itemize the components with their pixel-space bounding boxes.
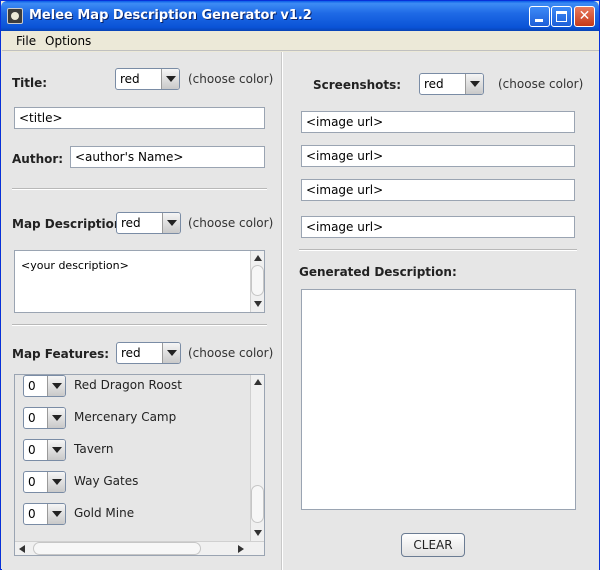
features-hscrollbar[interactable] [15, 541, 264, 555]
scroll-up-icon[interactable] [251, 251, 264, 265]
scroll-right-icon[interactable] [233, 542, 247, 555]
image-url-input-3[interactable]: <image url> [301, 179, 575, 201]
feature-count-value: 0 [28, 379, 36, 393]
feature-row-tavern: 0 Tavern [23, 439, 243, 461]
scroll-left-icon[interactable] [15, 542, 29, 555]
chevron-down-icon[interactable] [47, 440, 65, 460]
menu-file[interactable]: File [16, 34, 36, 48]
description-color-select[interactable]: red [116, 212, 181, 234]
feature-name: Mercenary Camp [74, 410, 177, 424]
screenshots-color-select[interactable]: red [419, 73, 484, 95]
map-description-textarea[interactable]: <your description> [14, 250, 265, 313]
main-content: Title: red (choose color) <title> Author… [2, 52, 599, 570]
map-features-list: 0 Red Dragon Roost 0 Mercenary Camp 0 Ta… [14, 374, 265, 556]
feature-name: Gold Mine [74, 506, 135, 520]
generated-description-label: Generated Description: [299, 265, 457, 279]
feature-count-select[interactable]: 0 [23, 503, 66, 525]
generated-description-output[interactable] [301, 289, 576, 510]
screenshots-color-value: red [424, 77, 444, 91]
scroll-up-icon[interactable] [251, 375, 264, 389]
title-input[interactable]: <title> [14, 107, 265, 129]
close-button[interactable]: ✕ [574, 6, 595, 27]
feature-row-way-gates: 0 Way Gates [23, 471, 243, 493]
chevron-down-icon[interactable] [47, 472, 65, 492]
image-url-input-1[interactable]: <image url> [301, 111, 575, 133]
chevron-down-icon[interactable] [162, 343, 180, 363]
separator [12, 324, 267, 326]
chevron-down-icon[interactable] [47, 408, 65, 428]
features-color-select[interactable]: red [116, 342, 181, 364]
maximize-button[interactable] [551, 6, 572, 27]
menu-bar: File Options [2, 31, 599, 51]
feature-row-mercenary-camp: 0 Mercenary Camp [23, 407, 243, 429]
feature-name: Red Dragon Roost [74, 378, 182, 392]
window-title: Melee Map Description Generator v1.2 [29, 8, 312, 23]
map-description-label: Map Description: [12, 217, 128, 231]
close-icon: ✕ [578, 8, 591, 24]
scroll-thumb[interactable] [251, 485, 264, 523]
title-label: Title: [12, 76, 48, 90]
feature-count-select[interactable]: 0 [23, 375, 66, 397]
scroll-down-icon[interactable] [251, 526, 264, 540]
feature-row-red-dragon-roost: 0 Red Dragon Roost [23, 375, 243, 397]
features-color-value: red [121, 346, 141, 360]
author-label: Author: [12, 152, 64, 166]
feature-name: Way Gates [74, 474, 139, 488]
separator [12, 188, 267, 190]
features-vscrollbar[interactable] [250, 375, 264, 541]
menu-options[interactable]: Options [45, 34, 91, 48]
minimize-button[interactable] [529, 6, 550, 27]
clear-button[interactable]: CLEAR [401, 533, 465, 557]
chevron-down-icon[interactable] [47, 376, 65, 396]
feature-count-value: 0 [28, 475, 36, 489]
description-scrollbar[interactable] [250, 251, 264, 312]
app-window: Melee Map Description Generator v1.2 ✕ F… [0, 0, 600, 570]
features-choose-color-hint: (choose color) [188, 346, 274, 360]
feature-count-value: 0 [28, 411, 36, 425]
chevron-down-icon[interactable] [162, 213, 180, 233]
title-color-value: red [120, 72, 140, 86]
chevron-down-icon[interactable] [161, 69, 179, 89]
app-icon [7, 8, 23, 24]
maximize-icon [556, 11, 567, 22]
author-input[interactable]: <author's Name> [70, 146, 265, 168]
feature-name: Tavern [74, 442, 114, 456]
image-url-input-4[interactable]: <image url> [301, 216, 575, 238]
scroll-down-icon[interactable] [251, 297, 264, 311]
separator [299, 249, 577, 251]
chevron-down-icon[interactable] [47, 504, 65, 524]
scroll-thumb[interactable] [251, 265, 264, 296]
screenshots-label: Screenshots: [313, 78, 402, 92]
feature-count-value: 0 [28, 507, 36, 521]
feature-count-select[interactable]: 0 [23, 439, 66, 461]
screenshots-choose-color-hint: (choose color) [498, 77, 584, 91]
minimize-icon [535, 19, 543, 22]
title-choose-color-hint: (choose color) [188, 72, 274, 86]
feature-count-select[interactable]: 0 [23, 471, 66, 493]
feature-count-value: 0 [28, 443, 36, 457]
panel-divider [281, 52, 283, 570]
description-choose-color-hint: (choose color) [188, 216, 274, 230]
image-url-input-2[interactable]: <image url> [301, 145, 575, 167]
chevron-down-icon[interactable] [465, 74, 483, 94]
scroll-hthumb[interactable] [33, 542, 201, 555]
feature-row-gold-mine: 0 Gold Mine [23, 503, 243, 525]
title-bar[interactable]: Melee Map Description Generator v1.2 ✕ [1, 1, 599, 31]
feature-count-select[interactable]: 0 [23, 407, 66, 429]
title-color-select[interactable]: red [115, 68, 180, 90]
description-color-value: red [121, 216, 141, 230]
map-features-label: Map Features: [12, 347, 110, 361]
map-description-text: <your description> [21, 259, 129, 272]
